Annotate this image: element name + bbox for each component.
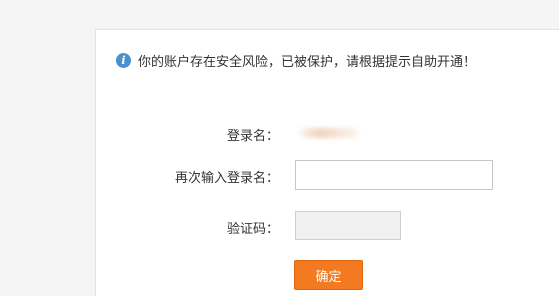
captcha-row: 验证码： [96,211,559,241]
confirm-button[interactable]: 确定 [294,260,363,290]
info-icon: i [116,52,131,68]
reenter-username-row: 再次输入登录名： [96,160,559,190]
verification-panel: i 你的账户存在安全风险，已被保护，请根据提示自助开通！ 登录名： 再次输入登录… [95,29,559,296]
notice-text: 你的账户存在安全风险，已被保护，请根据提示自助开通！ [138,54,477,70]
captcha-input[interactable] [295,211,401,240]
username-value-redacted [299,128,359,138]
username-row: 登录名： [96,124,559,144]
captcha-label: 验证码： [226,222,279,237]
security-notice: i 你的账户存在安全风险，已被保护，请根据提示自助开通！ [96,30,559,90]
reenter-username-input[interactable] [295,160,493,190]
username-label: 登录名： [226,129,279,144]
reenter-username-label: 再次输入登录名： [174,171,279,186]
